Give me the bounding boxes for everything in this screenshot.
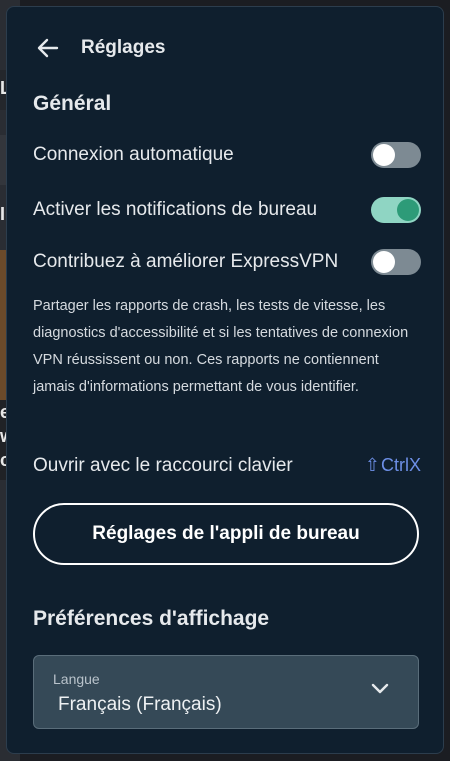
keyboard-shortcut[interactable]: ⇧CtrlX [365,455,421,476]
desktop-app-settings-button[interactable]: Réglages de l'appli de bureau [33,503,419,565]
setting-label: Activer les notifications de bureau [33,199,318,220]
notifications-toggle[interactable] [371,197,421,223]
language-select[interactable]: Langue Français (Français) [33,655,419,729]
shift-arrow-icon: ⇧ [364,455,380,475]
setting-row-auto-connect: Connexion automatique [33,140,421,170]
settings-panel: Réglages Général Connexion automatique A… [6,6,444,754]
section-title-general: Général [33,92,112,115]
contribute-toggle[interactable] [371,249,421,275]
contribute-description: Partager les rapports de crash, les test… [33,298,409,395]
setting-label: Connexion automatique [33,144,234,165]
section-title-display: Préférences d'affichage [33,607,270,630]
setting-row-shortcut: Ouvrir avec le raccourci clavier ⇧CtrlX [33,451,421,481]
shortcut-keys: CtrlX [381,455,421,475]
toggle-knob [373,251,395,273]
setting-label: Contribuez à améliorer ExpressVPN [33,251,339,272]
language-select-value: Français (Français) [58,694,222,715]
arrow-left-icon[interactable] [35,35,61,61]
setting-label: Ouvrir avec le raccourci clavier [33,455,293,476]
background-letter: I [0,204,6,224]
toggle-knob [397,199,419,221]
language-select-caption: Langue [53,671,100,687]
chevron-down-icon [371,683,389,694]
panel-header: Réglages [7,29,443,65]
setting-row-notifications: Activer les notifications de bureau [33,195,421,225]
setting-row-contribute: Contribuez à améliorer ExpressVPN [33,247,421,277]
toggle-knob [373,144,395,166]
page-title: Réglages [81,37,166,58]
auto-connect-toggle[interactable] [371,142,421,168]
